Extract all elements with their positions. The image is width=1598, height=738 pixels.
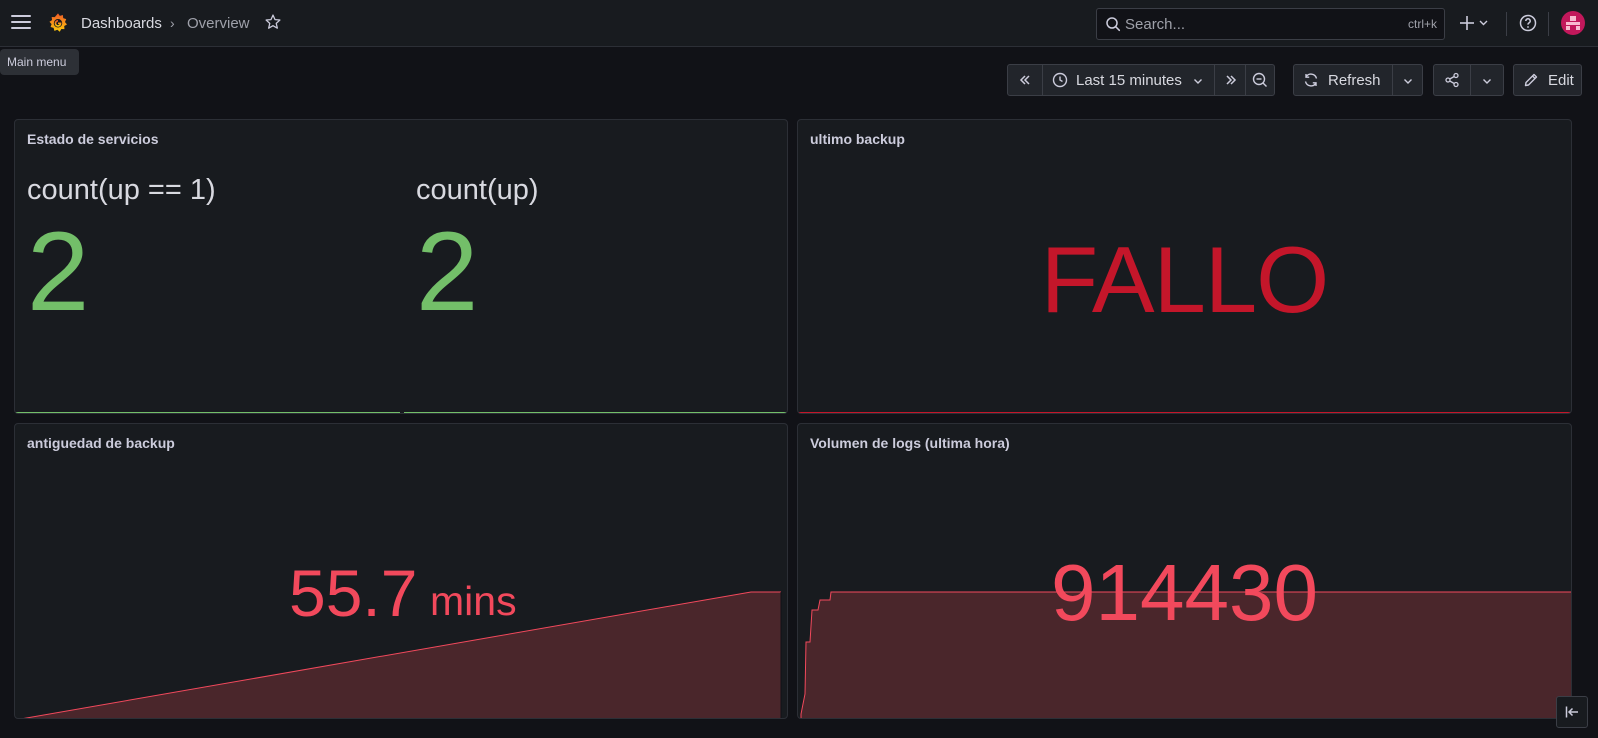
- search-shortcut: ctrl+k: [1407, 17, 1437, 31]
- chevrons-left-icon: [1019, 75, 1030, 85]
- time-back-button[interactable]: [1008, 65, 1042, 95]
- share-icon: [1445, 72, 1459, 88]
- chevron-down-icon: [1194, 79, 1202, 84]
- stat-value: 2: [416, 209, 479, 334]
- breadcrumb-overview[interactable]: Overview: [187, 15, 250, 32]
- panel-title: Estado de servicios: [27, 131, 159, 147]
- stat-value: 2: [27, 209, 90, 334]
- search-input[interactable]: Search... ctrl+k: [1096, 8, 1445, 40]
- stat-value: 914430: [1051, 548, 1318, 637]
- avatar-pattern-icon: [1566, 16, 1580, 30]
- panel-ultimo-backup[interactable]: ultimo backup FALLO: [797, 119, 1572, 414]
- grafana-logo-icon[interactable]: [47, 12, 69, 34]
- chevron-down-icon: [1404, 79, 1412, 84]
- nav-divider: [1548, 12, 1549, 36]
- stat-name: count(up == 1): [27, 174, 216, 206]
- panel-estado-servicios[interactable]: Estado de servicios count(up == 1) 2 cou…: [14, 119, 788, 414]
- arrow-to-left-icon: [1565, 706, 1578, 718]
- stat-value: 55.7: [289, 556, 418, 630]
- sparkline: [798, 412, 1571, 413]
- refresh-group: Refresh: [1293, 64, 1423, 96]
- pencil-icon: [1524, 73, 1538, 87]
- nav-divider: [1506, 12, 1507, 36]
- time-picker-button[interactable]: Last 15 minutes: [1042, 65, 1214, 95]
- add-new-button[interactable]: [1459, 12, 1491, 34]
- share-dropdown[interactable]: [1470, 65, 1503, 95]
- sparkline: [15, 412, 787, 413]
- time-range-label: Last 15 minutes: [1076, 72, 1182, 89]
- zoom-out-button[interactable]: [1245, 65, 1274, 95]
- panel-volumen-logs[interactable]: Volumen de logs (ultima hora) 914430: [797, 423, 1572, 719]
- stat-value: FALLO: [1040, 227, 1330, 332]
- stat-unit: mins: [430, 578, 517, 624]
- breadcrumb-separator: ›: [170, 15, 175, 31]
- chevron-down-icon: [1483, 79, 1491, 84]
- chevrons-right-icon: [1226, 75, 1237, 85]
- edit-label: Edit: [1548, 72, 1574, 89]
- search-icon: [1106, 17, 1121, 32]
- help-icon[interactable]: [1519, 14, 1537, 32]
- refresh-icon: [1304, 73, 1318, 87]
- user-avatar[interactable]: [1561, 11, 1585, 35]
- clock-icon: [1052, 72, 1068, 88]
- zoom-out-icon: [1252, 72, 1267, 87]
- main-menu-tooltip: Main menu: [0, 49, 79, 75]
- refresh-button[interactable]: Refresh: [1294, 65, 1392, 95]
- stat-name: count(up): [416, 174, 539, 206]
- share-button[interactable]: [1434, 65, 1470, 95]
- search-placeholder: Search...: [1125, 16, 1186, 33]
- edit-button[interactable]: Edit: [1513, 64, 1582, 96]
- time-range-group: Last 15 minutes: [1007, 64, 1275, 96]
- panel-title: ultimo backup: [810, 131, 905, 147]
- refresh-label: Refresh: [1328, 72, 1381, 89]
- time-forward-button[interactable]: [1214, 65, 1245, 95]
- dock-menu-button[interactable]: [1556, 696, 1588, 728]
- panel-antiguedad-backup[interactable]: antiguedad de backup 55.7 mins: [14, 423, 788, 719]
- top-nav: Dashboards › Overview Search... ctrl+k: [0, 0, 1598, 47]
- refresh-interval-dropdown[interactable]: [1392, 65, 1422, 95]
- star-icon[interactable]: [264, 13, 282, 31]
- main-menu-icon[interactable]: [10, 13, 32, 31]
- breadcrumb-dashboards[interactable]: Dashboards: [81, 15, 162, 32]
- share-group: [1433, 64, 1504, 96]
